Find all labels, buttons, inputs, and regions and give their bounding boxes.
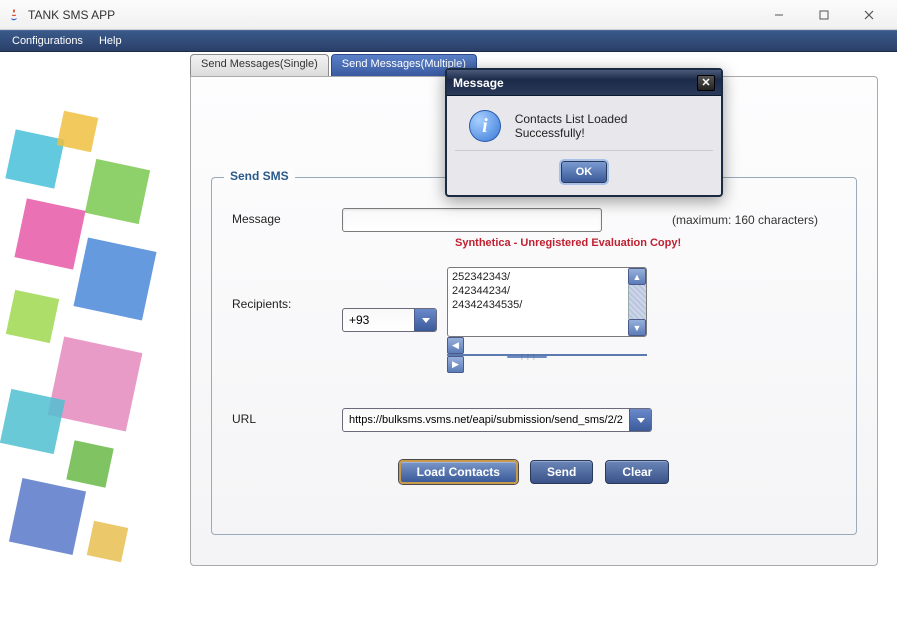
message-input[interactable] <box>342 208 602 232</box>
url-value[interactable] <box>343 409 629 431</box>
send-sms-fieldset: Send SMS Message (maximum: 160 character… <box>211 177 857 535</box>
send-button[interactable]: Send <box>530 460 593 484</box>
dialog-ok-button[interactable]: OK <box>561 161 608 183</box>
minimize-button[interactable] <box>756 1 801 29</box>
recipients-label: Recipients: <box>232 267 342 311</box>
message-label: Message <box>232 208 342 226</box>
close-button[interactable] <box>846 1 891 29</box>
clear-button[interactable]: Clear <box>605 460 669 484</box>
url-combo[interactable] <box>342 408 652 432</box>
country-code-value[interactable] <box>343 309 414 331</box>
tab-send-single[interactable]: Send Messages(Single) <box>190 54 329 76</box>
menu-help[interactable]: Help <box>91 33 130 49</box>
url-label: URL <box>232 408 342 426</box>
scroll-up-icon[interactable]: ▲ <box>628 268 646 285</box>
hscroll-thumb[interactable] <box>507 356 547 358</box>
chevron-down-icon[interactable] <box>629 409 651 431</box>
java-icon <box>6 7 22 23</box>
scroll-left-icon[interactable]: ◀ <box>447 337 464 354</box>
scroll-track[interactable] <box>628 285 646 319</box>
maximize-button[interactable] <box>801 1 846 29</box>
dialog-titlebar[interactable]: Message ✕ <box>447 70 721 96</box>
watermark-text: Synthetica - Unregistered Evaluation Cop… <box>455 237 681 249</box>
scroll-right-icon[interactable]: ▶ <box>447 356 464 373</box>
menubar: Configurations Help <box>0 30 897 52</box>
window-title: TANK SMS APP <box>28 8 756 22</box>
message-dialog: Message ✕ i Contacts List Loaded Success… <box>445 68 723 197</box>
info-icon: i <box>469 110 501 142</box>
vertical-scrollbar[interactable]: ▲ ▼ <box>628 268 646 336</box>
scroll-down-icon[interactable]: ▼ <box>628 319 646 336</box>
dialog-close-button[interactable]: ✕ <box>697 75 715 91</box>
menu-configurations[interactable]: Configurations <box>4 33 91 49</box>
decorative-sidebar <box>0 94 170 634</box>
hscroll-track[interactable] <box>447 354 647 356</box>
load-contacts-button[interactable]: Load Contacts <box>399 460 518 484</box>
fieldset-legend: Send SMS <box>224 169 295 183</box>
country-code-combo[interactable] <box>342 308 437 332</box>
dialog-title: Message <box>453 76 697 90</box>
recipients-listbox[interactable]: 252342343/ 242344234/ 24342434535/ ▲ ▼ <box>447 267 647 337</box>
recipients-list-content: 252342343/ 242344234/ 24342434535/ <box>448 268 628 336</box>
dialog-message: Contacts List Loaded Successfully! <box>515 112 699 140</box>
window-titlebar: TANK SMS APP <box>0 0 897 30</box>
message-hint: (maximum: 160 characters) <box>672 213 818 227</box>
horizontal-scrollbar[interactable]: ◀ ▶ <box>447 337 647 373</box>
chevron-down-icon[interactable] <box>414 309 436 331</box>
